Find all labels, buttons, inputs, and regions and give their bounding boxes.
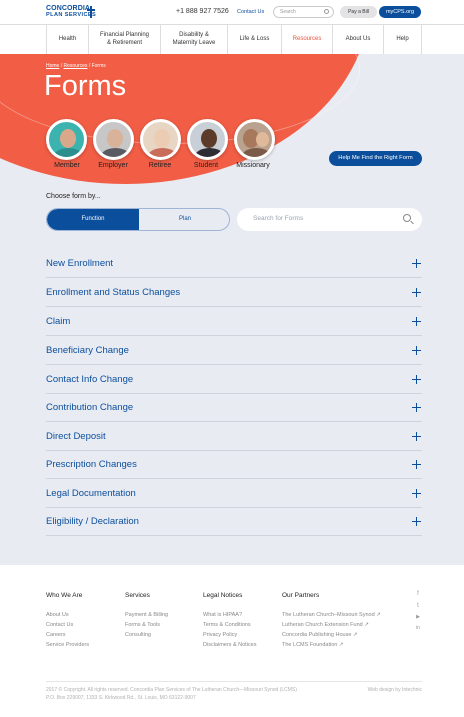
student-label[interactable]: Student — [181, 162, 231, 169]
footer-heading-partners: Our Partners — [282, 592, 320, 599]
footer-link-cph[interactable]: Concordia Publishing House ↗ — [282, 632, 358, 638]
form-filter-toggle: Function Plan — [46, 208, 230, 231]
web-design-credit[interactable]: Web design by Intechnic — [368, 687, 422, 693]
search-icon[interactable] — [324, 9, 329, 14]
copyright-text: 2017 © Copyright. All rights reserved. C… — [46, 687, 297, 701]
plus-icon[interactable] — [412, 346, 421, 355]
footer-link-hipaa[interactable]: What is HIPAA? — [203, 612, 242, 618]
accordion-item-new-enrollment[interactable]: New Enrollment — [46, 249, 422, 278]
plus-icon[interactable] — [412, 288, 421, 297]
linkedin-icon[interactable]: in — [414, 625, 422, 633]
footer-link-careers[interactable]: Careers — [46, 632, 66, 638]
footer-heading-legal: Legal Notices — [203, 592, 243, 599]
footer-divider — [46, 681, 422, 682]
main-nav: Health Financial Planning & Retirement D… — [0, 24, 464, 54]
search-icon[interactable] — [403, 214, 411, 222]
accordion-item-prescription[interactable]: Prescription Changes — [46, 450, 422, 479]
plus-icon[interactable] — [412, 517, 421, 526]
footer-link-privacy[interactable]: Privacy Policy — [203, 632, 237, 638]
plus-icon[interactable] — [412, 460, 421, 469]
breadcrumb-current: Forms — [91, 63, 106, 69]
footer-link-disclaimers[interactable]: Disclaimers & Notices — [203, 642, 256, 648]
plus-icon[interactable] — [412, 489, 421, 498]
site-footer: Who We Are About Us Contact Us Careers S… — [0, 565, 464, 717]
forms-section: Home / Resources / Forms Forms Member Em… — [0, 54, 464, 565]
accordion-item-eligibility[interactable]: Eligibility / Declaration — [46, 507, 422, 536]
nav-item-health[interactable]: Health — [46, 25, 89, 54]
nav-item-help[interactable]: Help — [384, 25, 422, 54]
missionary-avatar[interactable] — [234, 119, 275, 160]
student-avatar[interactable] — [187, 119, 228, 160]
nav-item-disability[interactable]: Disability & Maternity Leave — [161, 25, 228, 54]
footer-link-payment-billing[interactable]: Payment & Billing — [125, 612, 168, 618]
plus-icon[interactable] — [412, 432, 421, 441]
footer-link-service-providers[interactable]: Service Providers — [46, 642, 89, 648]
plus-icon[interactable] — [412, 317, 421, 326]
member-label[interactable]: Member — [42, 162, 92, 169]
nav-item-life-loss[interactable]: Life & Loss — [228, 25, 282, 54]
accordion-item-contribution[interactable]: Contribution Change — [46, 393, 422, 422]
mycps-button[interactable]: myCPS.org — [379, 6, 421, 18]
facebook-icon[interactable]: f — [414, 591, 422, 599]
accordion-item-legal[interactable]: Legal Documentation — [46, 479, 422, 508]
footer-link-lcms[interactable]: The Lutheran Church–Missouri Synod ↗ — [282, 612, 381, 618]
pay-bill-button[interactable]: Pay a Bill — [340, 6, 377, 18]
contact-us-link[interactable]: Contact Us — [237, 9, 264, 15]
footer-link-consulting[interactable]: Consulting — [125, 632, 151, 638]
plus-icon[interactable] — [412, 375, 421, 384]
accordion-item-direct-deposit[interactable]: Direct Deposit — [46, 422, 422, 451]
site-search-input[interactable]: Search — [273, 6, 334, 18]
cross-icon — [87, 6, 95, 18]
footer-link-about-us[interactable]: About Us — [46, 612, 69, 618]
footer-heading-services: Services — [125, 592, 150, 599]
page-title: Forms — [44, 70, 127, 102]
member-avatar[interactable] — [46, 119, 87, 160]
forms-search-placeholder: Search for Forms — [253, 215, 304, 222]
footer-link-forms-tools[interactable]: Forms & Tools — [125, 622, 160, 628]
accordion-item-claim[interactable]: Claim — [46, 307, 422, 336]
breadcrumb-home[interactable]: Home — [46, 63, 59, 69]
toggle-function[interactable]: Function — [47, 209, 139, 230]
nav-item-resources[interactable]: Resources — [282, 25, 333, 54]
footer-link-contact-us[interactable]: Contact Us — [46, 622, 73, 628]
site-search-placeholder: Search — [280, 9, 296, 15]
help-find-form-button[interactable]: Help Me Find the Right Form — [329, 151, 422, 166]
employer-label[interactable]: Employer — [88, 162, 138, 169]
footer-link-terms[interactable]: Terms & Conditions — [203, 622, 251, 628]
toggle-plan[interactable]: Plan — [139, 209, 229, 230]
plus-icon[interactable] — [412, 259, 421, 268]
forms-search-input[interactable]: Search for Forms — [237, 208, 422, 231]
choose-form-label: Choose form by... — [46, 193, 101, 200]
plus-icon[interactable] — [412, 403, 421, 412]
twitter-icon[interactable]: t — [414, 603, 422, 611]
accordion-item-contact-info[interactable]: Contact Info Change — [46, 365, 422, 394]
breadcrumb-resources[interactable]: Resources — [64, 63, 88, 69]
youtube-icon[interactable]: ▶ — [414, 614, 422, 622]
retiree-label[interactable]: Retiree — [135, 162, 185, 169]
concordia-logo[interactable]: CONCORDIA PLAN SERVICES — [46, 5, 96, 19]
retiree-avatar[interactable] — [140, 119, 181, 160]
top-bar: CONCORDIA PLAN SERVICES +1 888 927 7526 … — [0, 0, 464, 24]
accordion-item-enrollment-status[interactable]: Enrollment and Status Changes — [46, 278, 422, 307]
footer-link-lcms-foundation[interactable]: The LCMS Foundation ↗ — [282, 642, 343, 648]
nav-item-financial-planning[interactable]: Financial Planning & Retirement — [89, 25, 161, 54]
nav-item-about-us[interactable]: About Us — [333, 25, 384, 54]
footer-heading-who-we-are: Who We Are — [46, 592, 83, 599]
footer-link-lcef[interactable]: Lutheran Church Extension Fund ↗ — [282, 622, 369, 628]
employer-avatar[interactable] — [93, 119, 134, 160]
missionary-label[interactable]: Missionary — [228, 162, 278, 169]
phone-number[interactable]: +1 888 927 7526 — [176, 8, 229, 15]
accordion-item-beneficiary[interactable]: Beneficiary Change — [46, 336, 422, 365]
breadcrumb: Home / Resources / Forms — [46, 63, 106, 69]
